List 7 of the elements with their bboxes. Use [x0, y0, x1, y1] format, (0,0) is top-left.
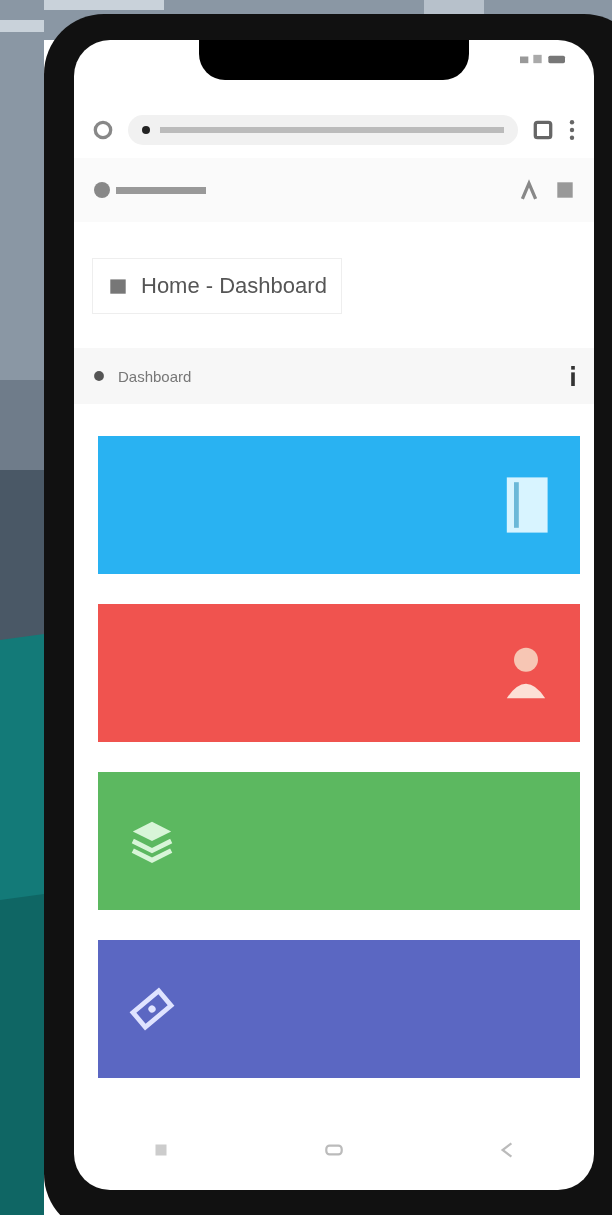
breadcrumb-label[interactable]: Dashboard	[118, 367, 558, 385]
tabs-icon[interactable]	[532, 119, 554, 141]
menu-icon[interactable]	[568, 119, 576, 141]
info-icon[interactable]	[570, 366, 576, 386]
dashboard-card[interactable]	[98, 436, 580, 574]
page-title: Home - Dashboard	[141, 273, 327, 299]
address-bar[interactable]	[128, 115, 518, 145]
